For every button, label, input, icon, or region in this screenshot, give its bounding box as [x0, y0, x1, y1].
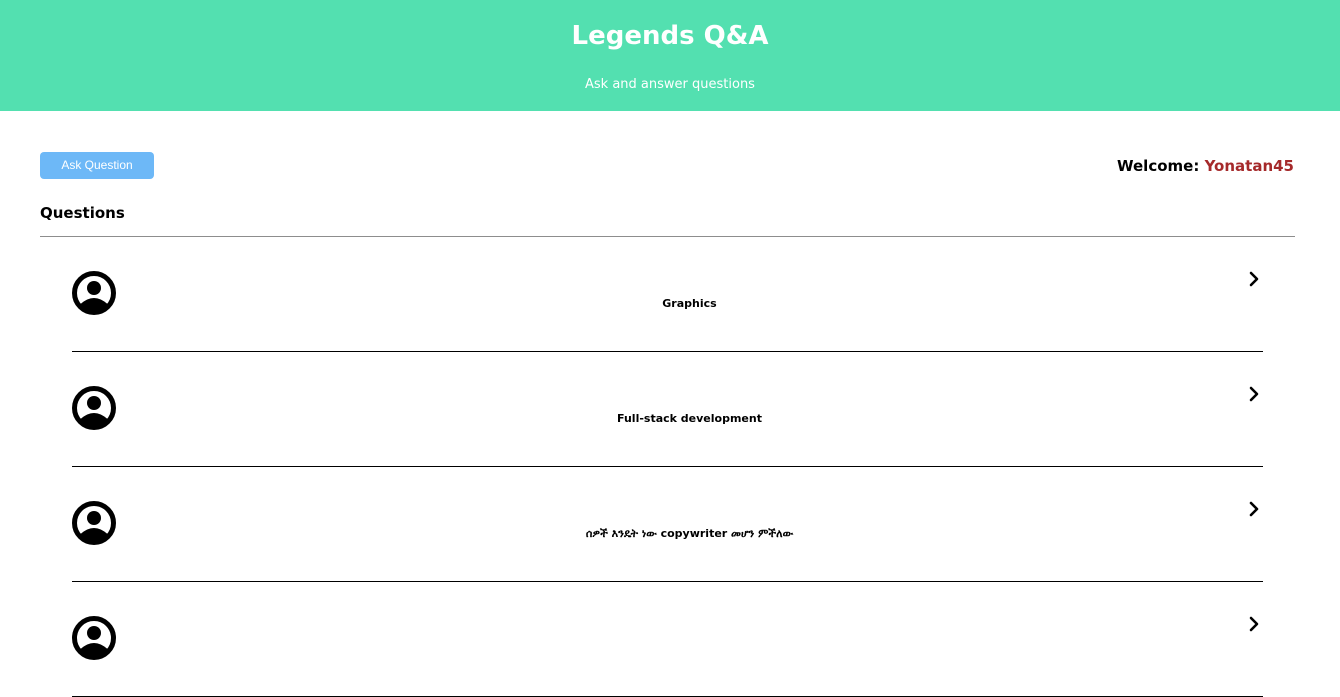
question-title: Graphics [662, 297, 717, 310]
chevron-right-icon[interactable] [1245, 615, 1263, 633]
question-item[interactable]: Graphics [72, 237, 1263, 352]
welcome-message: Welcome: Yonatan45 [1117, 156, 1294, 176]
user-avatar-icon [72, 271, 116, 315]
ask-question-button[interactable]: Ask Question [40, 152, 154, 179]
user-avatar-icon [72, 386, 116, 430]
question-item[interactable] [72, 582, 1263, 697]
site-header: Legends Q&A Ask and answer questions [0, 0, 1340, 111]
question-list: Graphics Full-stack development ሰዎች እንዴት… [72, 237, 1263, 697]
question-item[interactable]: ሰዎች እንዴት ነው copywriter መሆን ምችለው [72, 467, 1263, 582]
user-avatar-icon [72, 616, 116, 660]
questions-heading: Questions [40, 204, 125, 222]
question-title: ሰዎች እንዴት ነው copywriter መሆን ምችለው [585, 527, 794, 540]
user-avatar-icon [72, 501, 116, 545]
site-title: Legends Q&A [571, 21, 769, 51]
chevron-right-icon[interactable] [1245, 500, 1263, 518]
site-subtitle: Ask and answer questions [585, 77, 755, 92]
chevron-right-icon[interactable] [1245, 385, 1263, 403]
username-link[interactable]: Yonatan45 [1205, 157, 1294, 175]
welcome-label: Welcome: [1117, 157, 1200, 175]
question-item[interactable]: Full-stack development [72, 352, 1263, 467]
chevron-right-icon[interactable] [1245, 270, 1263, 288]
question-title: Full-stack development [617, 412, 762, 425]
